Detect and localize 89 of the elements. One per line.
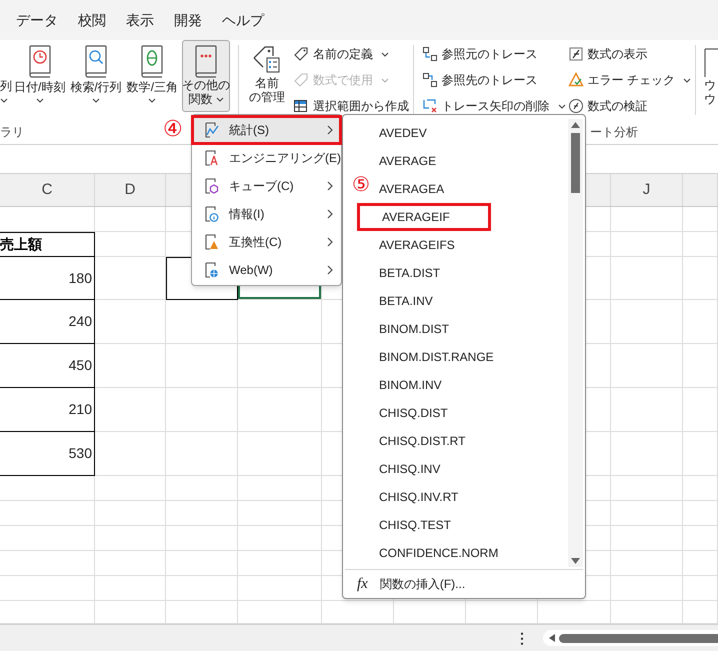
ribbon-command[interactable]: 参照先のトレース (422, 67, 538, 93)
scrollbar-thumb[interactable] (571, 133, 580, 193)
formula-icon (568, 46, 584, 62)
ribbon-command[interactable]: 名前の定義 (292, 41, 409, 67)
function-item[interactable]: CHISQ.INV.RT (379, 488, 458, 506)
chevron-right-icon (327, 181, 333, 191)
function-item[interactable]: BINOM.INV (379, 376, 442, 394)
error-check-icon (568, 72, 584, 88)
column-header[interactable]: J (642, 178, 650, 202)
scroll-up-icon[interactable] (571, 122, 580, 128)
watch-window-button[interactable]: ウ ウ (704, 40, 718, 106)
group-label: ラリ (0, 124, 24, 141)
chevron-down-icon (148, 98, 156, 103)
ribbon-command[interactable]: 数式の表示 (568, 41, 648, 67)
ribbon-command[interactable]: トレース矢印の削除 (422, 93, 566, 119)
scroll-down-icon[interactable] (571, 558, 580, 564)
function-category-button[interactable]: 検索/行列 (69, 40, 123, 112)
group-label: ート分析 (590, 124, 638, 141)
ribbon-tab[interactable]: 開発 (174, 10, 202, 30)
function-item[interactable]: CONFIDENCE.NORM (379, 544, 498, 562)
function-item[interactable]: BETA.DIST (379, 264, 440, 282)
chevron-down-icon (0, 98, 8, 103)
function-category-button[interactable]: 日付/時刻 (13, 40, 66, 112)
table-cell-text: 450 (68, 356, 93, 375)
vertical-scrollbar[interactable] (568, 119, 583, 567)
chevron-right-icon (327, 209, 333, 219)
insert-function-item[interactable]: fx 関数の挿入(F)... (343, 570, 585, 598)
function-item[interactable]: CHISQ.DIST (379, 404, 448, 422)
function-item[interactable]: BETA.INV (379, 292, 433, 310)
chevron-down-icon (380, 52, 389, 56)
ribbon-tab[interactable]: データ (16, 10, 58, 30)
function-item[interactable]: AVERAGEIFS (379, 236, 455, 254)
menu-item[interactable]: 互換性(C) (192, 228, 341, 256)
name-manager-button[interactable]: 名前 の管理 (246, 40, 287, 104)
table-cell-text: 240 (68, 312, 93, 331)
chevron-down-icon (380, 78, 389, 82)
remove-arrows-icon (422, 98, 438, 114)
chevron-right-icon (327, 237, 333, 247)
menu-item[interactable]: キューブ(C) (192, 172, 341, 200)
column-header[interactable]: C (42, 178, 52, 202)
chevron-right-icon (327, 125, 333, 135)
chevron-down-icon (216, 96, 224, 102)
dots-book-icon (193, 44, 220, 78)
chevron-down-icon (683, 78, 692, 82)
function-category-button[interactable]: 数学/三角 (126, 40, 180, 112)
chevron-down-icon (558, 104, 566, 108)
column-header[interactable]: D (124, 178, 136, 202)
evaluate-icon (568, 98, 584, 114)
function-item[interactable]: AVERAGE (379, 152, 436, 170)
trace-arrow-icon (422, 72, 438, 88)
tag-icon (292, 46, 309, 62)
table-icon (292, 98, 309, 114)
ribbon-command[interactable]: 選択範囲から作成 (292, 93, 409, 119)
chevron-down-icon (36, 98, 44, 103)
magnifier-book-icon (83, 44, 110, 78)
step-number: ⑤ (352, 173, 370, 197)
horizontal-scrollbar[interactable] (543, 630, 718, 646)
ribbon-button-label[interactable]: 列 (0, 79, 12, 94)
tag-icon (292, 72, 309, 88)
options-button[interactable]: ⋮ (515, 628, 529, 648)
table-cell-text: 210 (68, 400, 93, 419)
table-cell-text: 530 (68, 444, 93, 463)
ribbon-tab[interactable]: ヘルプ (222, 10, 264, 30)
menu-item[interactable]: エンジニアリング(E) (192, 144, 341, 172)
scroll-left-icon[interactable] (549, 634, 555, 642)
menu-item[interactable]: Web(W) (192, 256, 341, 284)
chevron-right-icon (327, 265, 333, 275)
ribbon-command[interactable]: 参照元のトレース (422, 41, 538, 67)
function-item[interactable]: BINOM.DIST.RANGE (379, 348, 494, 366)
function-category-button[interactable]: その他の 関数 (182, 40, 230, 112)
function-item[interactable]: AVERAGEA (379, 180, 444, 198)
table-cell-text: 180 (68, 268, 93, 288)
function-item[interactable]: BINOM.DIST (379, 320, 450, 338)
clock-book-icon (26, 44, 53, 78)
function-item[interactable]: CHISQ.DIST.RT (379, 432, 466, 450)
trace-arrow-icon (422, 46, 438, 62)
ribbon-tab[interactable]: 表示 (126, 10, 154, 30)
function-item[interactable]: AVERAGEIF (382, 208, 450, 226)
ribbon-command[interactable]: 数式の検証 (568, 93, 648, 119)
step-number: ④ (163, 116, 183, 142)
function-item[interactable]: CHISQ.INV (379, 460, 440, 478)
ribbon-tab[interactable]: 校閲 (78, 10, 106, 30)
function-item[interactable]: AVEDEV (379, 124, 427, 142)
chevron-down-icon (92, 98, 100, 103)
function-item[interactable]: CHISQ.TEST (379, 516, 452, 534)
ribbon-command[interactable]: エラー チェック (568, 67, 692, 93)
menu-item[interactable]: 情報(I) (192, 200, 341, 228)
theta-book-icon (139, 44, 166, 78)
menu-item[interactable]: 統計(S) (192, 116, 341, 144)
